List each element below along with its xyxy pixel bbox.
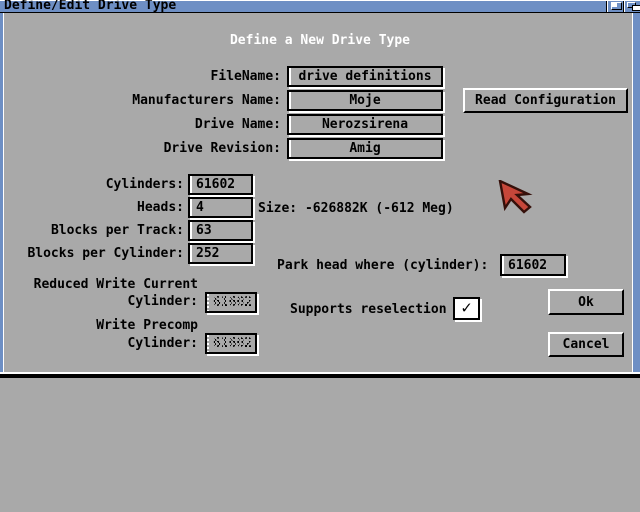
cylinders-label: Cylinders: (20, 177, 184, 192)
depth-icon (627, 2, 640, 11)
write-precomp-label: Write Precomp (10, 318, 198, 333)
depth-gadget[interactable] (623, 1, 640, 12)
workbench-screen: { "window": { "title": "Define/Edit Driv… (0, 0, 640, 512)
drive-revision-field[interactable]: Amig (287, 138, 443, 159)
supports-reselection-checkbox[interactable]: ✓ (453, 297, 480, 320)
reduced-write-cylinder-field: 61602 (205, 292, 257, 313)
write-precomp-cylinder-label: Cylinder: (10, 336, 198, 351)
blocks-per-track-label: Blocks per Track: (20, 223, 184, 238)
read-configuration-button[interactable]: Read Configuration (463, 88, 628, 113)
window-titlebar[interactable]: Define/Edit Drive Type (0, 0, 640, 13)
window-border-bottom (0, 372, 640, 378)
dialog-heading: Define a New Drive Type (0, 33, 640, 48)
park-head-field[interactable]: 61602 (500, 254, 566, 276)
blocks-per-cylinder-label: Blocks per Cylinder: (20, 246, 184, 261)
cylinders-field[interactable]: 61602 (188, 174, 253, 195)
blocks-per-track-field[interactable]: 63 (188, 220, 253, 241)
zoom-icon (611, 2, 622, 10)
ok-button[interactable]: Ok (548, 289, 624, 315)
filename-label: FileName: (60, 69, 281, 84)
drive-type-window: Define/Edit Drive Type Define a New Driv… (0, 0, 640, 378)
blocks-per-cylinder-field[interactable]: 252 (188, 243, 253, 264)
manufacturers-name-field[interactable]: Moje (287, 90, 443, 111)
park-head-label: Park head where (cylinder): (277, 258, 488, 273)
size-text: Size: -626882K (-612 Meg) (258, 201, 454, 216)
cancel-button[interactable]: Cancel (548, 332, 624, 357)
heads-label: Heads: (20, 200, 184, 215)
reduced-write-current-label: Reduced Write Current (10, 277, 198, 292)
heads-field[interactable]: 4 (188, 197, 253, 218)
drive-name-field[interactable]: Nerozsirena (287, 114, 443, 135)
window-border-left (0, 13, 4, 372)
window-border-right (632, 13, 640, 372)
window-title: Define/Edit Drive Type (4, 0, 176, 12)
drive-name-label: Drive Name: (60, 117, 281, 132)
drive-revision-label: Drive Revision: (60, 141, 281, 156)
reduced-write-cylinder-label: Cylinder: (10, 294, 198, 309)
checkmark-icon: ✓ (461, 300, 471, 317)
write-precomp-cylinder-field: 61602 (205, 333, 257, 354)
manufacturers-name-label: Manufacturers Name: (60, 93, 281, 108)
mouse-pointer-icon (498, 180, 536, 216)
filename-field[interactable]: drive definitions (287, 66, 443, 87)
supports-reselection-label: Supports reselection (290, 302, 447, 317)
zoom-gadget[interactable] (606, 1, 623, 12)
